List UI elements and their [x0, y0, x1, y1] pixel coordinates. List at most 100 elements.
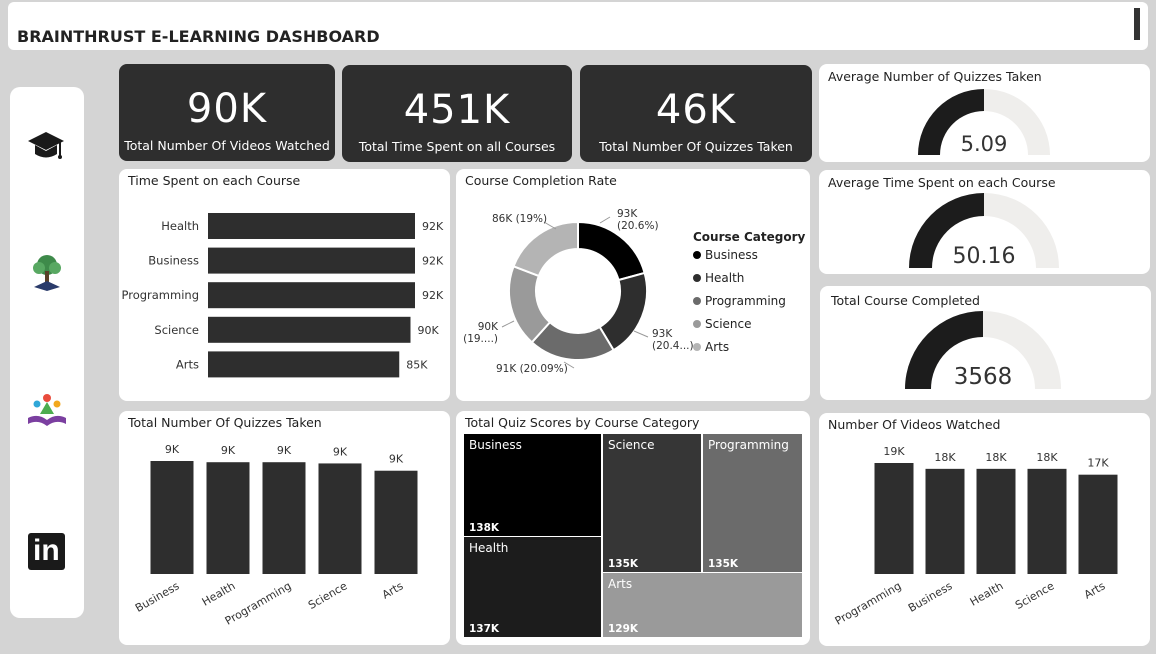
tile-value: 138K [469, 522, 500, 534]
kids-reading-icon[interactable] [26, 392, 68, 430]
bar-data-label: 19K [883, 445, 905, 458]
bar-data-label: 9K [277, 444, 292, 457]
treemap-tile[interactable]: Arts 129K [603, 573, 802, 637]
time-spent-bar-chart: Health 92K Business 92K Programming 92K Scienc… [121, 213, 444, 378]
legend-item[interactable]: Business [693, 248, 758, 262]
kpi-label: Total Time Spent on all Courses [358, 139, 556, 154]
bar-data-label: 90K [418, 324, 440, 337]
tile-label: Arts [608, 577, 633, 591]
treemap-tile[interactable]: Health 137K [464, 537, 601, 637]
leader-line [599, 216, 611, 224]
bar-data-label: 9K [389, 453, 404, 466]
legend-label: Science [705, 317, 752, 331]
legend-label: Business [705, 248, 758, 262]
slice-data-label: (19....) [463, 333, 498, 345]
category-label: Business [906, 579, 955, 615]
slice-data-label: 93K [617, 208, 638, 220]
legend-title: Course Category [693, 230, 806, 244]
category-label: Arts [176, 357, 199, 371]
treemap-tile[interactable]: Business 138K [464, 434, 601, 536]
sidebar: in [10, 87, 84, 618]
bar [318, 463, 362, 574]
bar [262, 462, 306, 574]
donut-slice [512, 220, 579, 278]
category-label: Programming [121, 288, 199, 302]
treemap-tile[interactable]: Science 135K [603, 434, 701, 572]
tile-value: 135K [608, 558, 639, 570]
bar-data-label: 18K [1036, 451, 1058, 464]
linkedin-icon[interactable]: in [28, 533, 65, 570]
kpi-videos-watched: 90K Total Number Of Videos Watched [119, 64, 335, 161]
gauge-value: 3568 [954, 364, 1013, 390]
bar [374, 470, 418, 574]
legend-label: Health [705, 271, 745, 285]
tile-label: Programming [708, 438, 789, 452]
gauge-chart: 3568 [905, 311, 1061, 390]
gauge-card-avg-quizzes: Average Number of Quizzes Taken 5.09 [819, 64, 1150, 162]
kpi-value: 451K [403, 87, 511, 133]
kpi-quizzes-taken: 46K Total Number Of Quizzes Taken [580, 65, 812, 162]
category-label: Business [148, 254, 199, 268]
bar-data-label: 92K [422, 289, 444, 302]
legend-item[interactable]: Health [693, 271, 744, 285]
bar-data-label: 9K [165, 443, 180, 456]
gauge-value: 50.16 [953, 244, 1016, 269]
gauge-value: 5.09 [961, 132, 1008, 156]
category-label: Health [161, 219, 199, 233]
category-label: Arts [1082, 579, 1108, 601]
tree-icon[interactable] [30, 253, 64, 293]
bar [150, 461, 194, 574]
gauge-card-avg-time: Average Time Spent on each Course 50.16 [819, 170, 1150, 274]
tile-value: 129K [608, 623, 639, 635]
gauge-card-courses-completed: Total Course Completed 3568 [820, 286, 1151, 400]
slice-data-label: (20.6%) [617, 220, 659, 232]
gauge-chart: 5.09 [918, 89, 1050, 156]
legend-item[interactable]: Arts [693, 340, 729, 354]
category-label: Science [154, 323, 199, 337]
tile-label: Business [469, 438, 522, 452]
tile-label: Health [469, 541, 509, 555]
category-label: Arts [380, 579, 406, 601]
page-title: BRAINTHRUST E-LEARNING DASHBOARD [17, 27, 380, 46]
treemap-tile[interactable]: Programming 135K [703, 434, 802, 572]
completion-donut-chart: 93K(20.6%)93K(20.4...)91K (20.09%)90K(19… [463, 208, 694, 375]
legend-label: Arts [705, 340, 730, 354]
bar-data-label: 92K [422, 255, 444, 268]
graduation-cap-icon[interactable] [27, 129, 65, 163]
header-marker [1134, 8, 1140, 40]
legend-item[interactable]: Science [693, 317, 752, 331]
kpi-label: Total Number Of Videos Watched [124, 138, 330, 153]
tile-label: Science [608, 438, 655, 452]
kpi-value: 46K [655, 87, 737, 133]
bar-data-label: 92K [422, 220, 444, 233]
legend-swatch [693, 297, 701, 305]
tile-value: 135K [708, 558, 739, 570]
kpi-time-spent: 451K Total Time Spent on all Courses [342, 65, 572, 162]
bar [208, 247, 415, 274]
category-label: Programming [833, 579, 904, 627]
videos-bar-chart: 19K Programming 18K Business 18K Health 18K Sci… [833, 445, 1118, 628]
chart-title: Total Quiz Scores by Course Category [465, 415, 700, 430]
slice-data-label: 86K (19%) [492, 213, 547, 225]
leader-line [501, 320, 515, 328]
legend-label: Programming [705, 294, 786, 308]
bar [976, 468, 1016, 574]
bar [208, 316, 411, 343]
bar-data-label: 85K [406, 358, 428, 371]
bar [208, 351, 400, 378]
dashboard-header: BRAINTHRUST E-LEARNING DASHBOARD [8, 2, 1148, 50]
quizzes-bar-chart: 9KBusiness9KHealth9KProgramming9KScience… [133, 443, 418, 628]
completion-rate-panel: Course Completion Rate 93K (20.6%) 93K (20.… [456, 169, 810, 401]
bar-data-label: 18K [934, 451, 956, 464]
videos-watched-panel: Number Of Videos Watched 19K Programming 1… [819, 413, 1150, 646]
tile-value: 137K [469, 623, 500, 635]
bar [208, 282, 415, 309]
gauge-chart: 50.16 [909, 193, 1059, 269]
bar [874, 463, 914, 574]
legend-item[interactable]: Programming [693, 294, 786, 308]
category-label: Business [133, 579, 182, 615]
bar-data-label: 18K [985, 451, 1007, 464]
category-label: Health [968, 579, 1006, 608]
legend-swatch [693, 343, 701, 351]
bar [206, 462, 250, 574]
